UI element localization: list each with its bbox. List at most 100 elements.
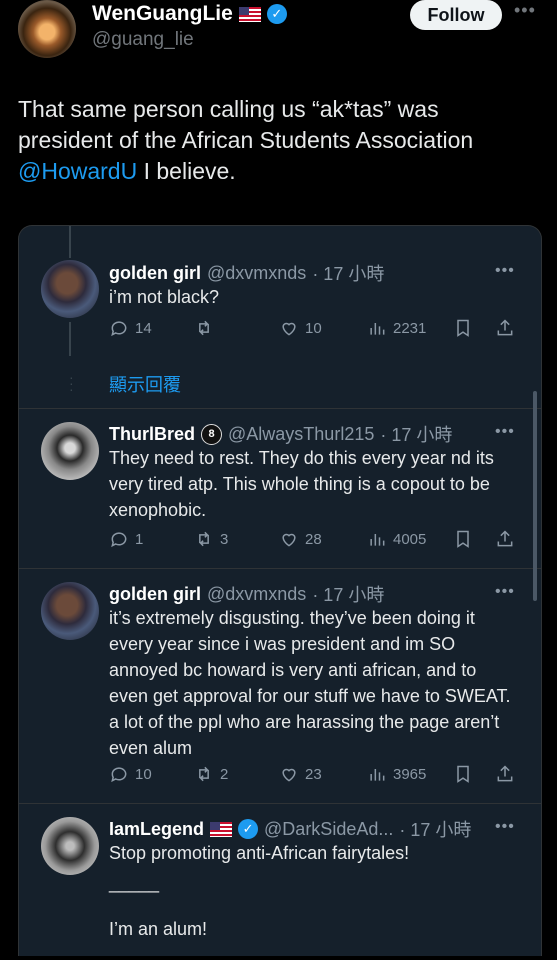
bookmark-icon [457,319,469,337]
views-button[interactable]: 2231 [367,318,426,338]
divider [19,803,541,804]
reply-text: i’m not black? [109,287,220,307]
share-button[interactable] [495,318,515,338]
like-button[interactable]: 10 [279,318,322,338]
scrollbar[interactable] [533,391,537,601]
like-button[interactable]: 28 [279,529,322,549]
bookmark-button[interactable] [453,318,473,338]
bookmark-icon [457,765,469,783]
reply-time: · 17 小時 [380,425,453,445]
heart-icon [282,768,296,782]
bookmark-button[interactable] [453,764,473,784]
reply-text: They need to rest. They do this every ye… [109,448,494,520]
like-count: 10 [305,319,322,337]
retweet-icon [199,320,209,336]
share-icon [497,765,513,782]
reply-more-icon[interactable]: ••• [495,818,515,836]
reply-time: · 17 小時 [312,585,385,605]
tweet-text-after: I believe. [137,158,236,184]
views-icon [370,323,385,335]
reply-text-line2: _____ [109,873,160,893]
heart-icon [282,533,296,547]
view-count: 2231 [393,319,427,337]
us-flag-icon [238,6,261,22]
reply-count: 10 [135,765,152,783]
reply-icon [111,532,127,548]
like-button[interactable]: 23 [279,764,322,784]
reply-more-icon[interactable]: ••• [495,423,515,441]
reply-more-icon[interactable]: ••• [495,262,515,280]
like-count: 28 [305,530,322,548]
reply-icon [111,767,127,783]
reply-text-line3: I’m an alum! [109,919,208,939]
share-button[interactable] [495,764,515,784]
bookmark-button[interactable] [453,529,473,549]
reply-time: · 17 小時 [312,264,385,284]
reply-actions: 14 10 2231 [109,318,519,342]
like-count: 23 [305,765,322,783]
thread-line [69,322,71,356]
reply-more-icon[interactable]: ••• [495,583,515,601]
view-count: 4005 [393,530,427,548]
tweet-text-before: That same person calling us “ak*tas” was… [18,96,474,153]
views-button[interactable]: 3965 [367,764,426,784]
avatar-golden-girl[interactable] [41,582,99,640]
reply-author-name[interactable]: golden girl [109,263,201,284]
reply-author-handle[interactable]: @dxvmxnds [207,263,306,284]
thread-dots: · · · [69,369,74,397]
us-flag-icon [210,821,233,837]
thread-line [69,226,71,258]
reply-author-row[interactable]: golden girl @dxvmxnds · 17 小時 [109,581,384,607]
show-replies-link[interactable]: 顯示回覆 [109,371,181,397]
author-handle[interactable]: @guang_lie [92,29,194,51]
reply-author-name[interactable]: IamLegend [109,819,204,840]
retweet-button[interactable] [194,318,220,338]
avatar-thurlbred[interactable] [41,422,99,480]
divider [19,408,541,409]
avatar-iamlegend[interactable] [41,817,99,875]
views-icon [370,534,385,546]
more-options-icon[interactable]: ••• [514,0,536,21]
reply-author-row[interactable]: golden girl @dxvmxnds · 17 小時 [109,260,384,286]
reply-button[interactable]: 10 [109,764,152,784]
retweet-icon [199,766,209,782]
reply-text-line1: Stop promoting anti-African fairytales! [109,843,410,863]
retweet-button[interactable]: 3 [194,529,228,549]
reply-author-row[interactable]: IamLegend ✓ @DarkSideAd... · 17 小時 [109,816,471,842]
reply-actions: 10 2 23 3965 [109,764,519,788]
heart-icon [282,322,296,336]
reply-author-handle[interactable]: @AlwaysThurl215 [228,424,374,445]
divider [19,568,541,569]
reply-icon [111,321,127,337]
eight-ball-icon: 8 [201,423,223,445]
reply-author-name[interactable]: golden girl [109,584,201,605]
reply-time: · 17 小時 [399,820,472,840]
author-name[interactable]: WenGuangLie [92,2,233,26]
reply-count: 1 [135,530,144,548]
retweet-count: 2 [220,765,229,783]
verified-badge-icon: ✓ [266,4,287,24]
view-count: 3965 [393,765,427,783]
retweet-icon [199,531,209,547]
reply-text: it’s extremely disgusting. they’ve been … [109,608,511,758]
retweet-button[interactable]: 2 [194,764,228,784]
mention-link[interactable]: @HowardU [18,158,137,184]
views-icon [370,769,385,781]
reply-count: 14 [135,319,152,337]
reply-author-name[interactable]: ThurlBred [109,424,195,445]
embedded-thread-card[interactable]: golden girl @dxvmxnds · 17 小時 ••• i’m no… [18,225,542,956]
avatar-golden-girl[interactable] [41,260,99,318]
retweet-count: 3 [220,530,229,548]
reply-author-handle[interactable]: @DarkSideAd... [264,819,393,840]
author-avatar[interactable] [18,0,76,58]
reply-button[interactable]: 1 [109,529,143,549]
follow-button[interactable]: Follow [410,0,502,30]
reply-button[interactable]: 14 [109,318,152,338]
reply-author-handle[interactable]: @dxvmxnds [207,584,306,605]
reply-author-row[interactable]: ThurlBred 8 @AlwaysThurl215 · 17 小時 [109,421,452,447]
share-icon [497,530,513,547]
author-name-row[interactable]: WenGuangLie ✓ [92,2,287,26]
share-button[interactable] [495,529,515,549]
bookmark-icon [457,530,469,548]
views-button[interactable]: 4005 [367,529,426,549]
